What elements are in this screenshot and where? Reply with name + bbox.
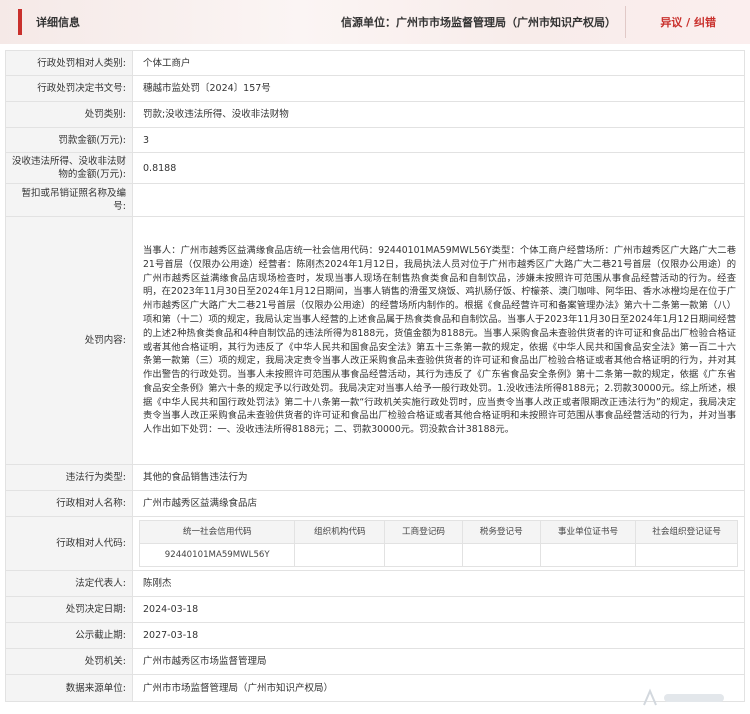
value-doc-no: 穗越市监处罚〔2024〕157号 (132, 75, 745, 102)
row-party-code: 行政相对人代码: 统一社会信用代码 组织机构代码 工商登记码 税务登记号 事业单… (5, 516, 745, 571)
row-fine: 罚款金额(万元): 3 (5, 127, 745, 153)
value-decision-date: 2024-03-18 (132, 596, 745, 623)
row-penalty-type: 处罚类别: 罚款;没收违法所得、没收非法财物 (5, 101, 745, 128)
row-authority: 处罚机关: 广州市越秀区市场监督管理局 (5, 648, 745, 675)
label-confiscation: 没收违法所得、没收非法财物的金额(万元): (5, 152, 133, 184)
label-party-name: 行政相对人名称: (5, 490, 133, 517)
value-content: 当事人：广州市越秀区益满缘食品店统一社会信用代码：92440101MA59MWL… (132, 216, 745, 465)
code-header-social-org: 社会组织登记证号 (635, 520, 738, 544)
code-value-business (384, 543, 463, 567)
source-unit-name: 广州市市场监督管理局（广州市知识产权局） (396, 16, 616, 29)
code-header-institution: 事业单位证书号 (539, 520, 637, 544)
row-party-type: 行政处罚相对人类别: 个体工商户 (5, 50, 745, 76)
label-party-code: 行政相对人代码: (5, 516, 133, 571)
objection-link[interactable]: 异议 / 纠错 (660, 14, 716, 30)
value-legal-rep: 陈刚杰 (132, 570, 745, 597)
source-unit: 信源单位：广州市市场监督管理局（广州市知识产权局） (341, 14, 616, 30)
code-value-institution (539, 543, 637, 567)
row-data-source: 数据来源单位: 广州市市场监督管理局（广州市知识产权局） (5, 674, 745, 702)
code-header-business: 工商登记码 (384, 520, 463, 544)
row-content: 处罚内容: 当事人：广州市越秀区益满缘食品店统一社会信用代码：92440101M… (5, 216, 745, 465)
label-fine: 罚款金额(万元): (5, 127, 133, 153)
label-party-type: 行政处罚相对人类别: (5, 50, 133, 76)
value-license (132, 183, 745, 217)
row-decision-date: 处罚决定日期: 2024-03-18 (5, 596, 745, 623)
party-code-value-row: 92440101MA59MWL56Y (138, 543, 738, 567)
code-header-tax: 税务登记号 (461, 520, 541, 544)
code-value-social-org (635, 543, 738, 567)
party-code-table: 统一社会信用代码 组织机构代码 工商登记码 税务登记号 事业单位证书号 社会组织… (138, 520, 738, 567)
label-publicity-end: 公示截止期: (5, 622, 133, 649)
value-party-name: 广州市越秀区益满缘食品店 (132, 490, 745, 517)
row-confiscation: 没收违法所得、没收非法财物的金额(万元): 0.8188 (5, 152, 745, 184)
source-prefix: 信源单位： (341, 16, 396, 29)
code-header-uscc: 统一社会信用代码 (138, 520, 296, 544)
value-authority: 广州市越秀区市场监督管理局 (132, 648, 745, 675)
label-license: 暂扣或吊销证照名称及编号: (5, 183, 133, 217)
label-penalty-type: 处罚类别: (5, 101, 133, 128)
code-value-tax (461, 543, 541, 567)
detail-header: 详细信息 信源单位：广州市市场监督管理局（广州市知识产权局） 异议 / 纠错 (0, 0, 750, 44)
row-party-name: 行政相对人名称: 广州市越秀区益满缘食品店 (5, 490, 745, 517)
row-doc-no: 行政处罚决定书文号: 穗越市监处罚〔2024〕157号 (5, 75, 745, 102)
header-divider (625, 6, 626, 38)
party-code-header-row: 统一社会信用代码 组织机构代码 工商登记码 税务登记号 事业单位证书号 社会组织… (138, 520, 738, 544)
label-content: 处罚内容: (5, 216, 133, 465)
label-decision-date: 处罚决定日期: (5, 596, 133, 623)
penalty-detail-table: 行政处罚相对人类别: 个体工商户 行政处罚决定书文号: 穗越市监处罚〔2024〕… (5, 50, 745, 702)
row-publicity-end: 公示截止期: 2027-03-18 (5, 622, 745, 649)
watermark-logo-icon (643, 688, 724, 706)
label-legal-rep: 法定代表人: (5, 570, 133, 597)
code-value-uscc: 92440101MA59MWL56Y (138, 543, 296, 567)
row-legal-rep: 法定代表人: 陈刚杰 (5, 570, 745, 597)
label-authority: 处罚机关: (5, 648, 133, 675)
row-violation: 违法行为类型: 其他的食品销售违法行为 (5, 464, 745, 491)
label-doc-no: 行政处罚决定书文号: (5, 75, 133, 102)
value-publicity-end: 2027-03-18 (132, 622, 745, 649)
value-party-type: 个体工商户 (132, 50, 745, 76)
code-header-org: 组织机构代码 (294, 520, 386, 544)
code-value-org (294, 543, 386, 567)
value-violation: 其他的食品销售违法行为 (132, 464, 745, 491)
label-data-source: 数据来源单位: (5, 674, 133, 702)
value-penalty-type: 罚款;没收违法所得、没收非法财物 (132, 101, 745, 128)
detail-title: 详细信息 (36, 16, 80, 29)
header-accent-bar (18, 9, 22, 35)
row-license: 暂扣或吊销证照名称及编号: (5, 183, 745, 217)
value-confiscation: 0.8188 (132, 152, 745, 184)
value-fine: 3 (132, 127, 745, 153)
label-violation: 违法行为类型: (5, 464, 133, 491)
value-party-code: 统一社会信用代码 组织机构代码 工商登记码 税务登记号 事业单位证书号 社会组织… (132, 516, 745, 571)
